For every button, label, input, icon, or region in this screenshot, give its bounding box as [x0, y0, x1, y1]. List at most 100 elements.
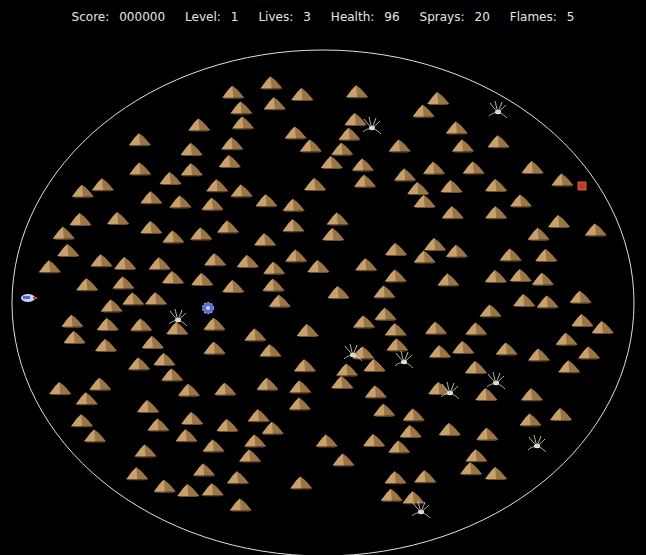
rock	[222, 280, 244, 293]
blue-orb-icon	[203, 303, 214, 314]
rock	[308, 260, 330, 273]
rock	[389, 140, 411, 153]
rock	[520, 414, 542, 427]
hud-item: Level:1	[185, 8, 238, 26]
rock	[202, 198, 224, 211]
hud-item: Score:000000	[72, 8, 165, 26]
rock	[140, 221, 162, 234]
rock	[130, 319, 152, 332]
rock	[203, 440, 225, 453]
rock	[217, 221, 239, 234]
spider-enemy-icon	[363, 117, 381, 134]
rock	[387, 339, 409, 352]
rock	[354, 175, 376, 188]
rock	[163, 230, 185, 243]
rock	[162, 271, 184, 284]
rock	[374, 286, 396, 299]
rock	[101, 300, 123, 313]
rock	[290, 477, 312, 490]
rock	[513, 294, 535, 307]
rock	[206, 179, 228, 192]
rock	[403, 491, 425, 504]
rock	[346, 85, 368, 98]
rock	[256, 194, 278, 207]
rock	[485, 270, 507, 283]
rock	[522, 161, 544, 174]
rock	[204, 342, 226, 355]
rock	[129, 162, 151, 175]
rock	[400, 425, 422, 438]
rock	[585, 224, 607, 237]
rock	[476, 388, 498, 401]
rock	[190, 228, 212, 241]
rock	[446, 245, 468, 258]
rock	[428, 382, 450, 395]
rock	[181, 412, 203, 425]
rock	[414, 195, 436, 208]
hud-label: Lives:	[258, 8, 293, 26]
rock	[578, 347, 600, 360]
rock	[331, 376, 353, 389]
rock	[460, 462, 482, 475]
rock	[107, 212, 129, 225]
rock	[254, 233, 276, 246]
rock	[364, 359, 386, 372]
rock	[333, 453, 355, 466]
rock	[76, 278, 98, 291]
rock	[427, 92, 449, 105]
rock	[62, 315, 84, 328]
rock	[244, 435, 266, 448]
rock	[70, 213, 92, 226]
rock	[221, 137, 243, 150]
rock	[465, 361, 487, 374]
rock	[222, 86, 244, 99]
rock	[237, 255, 259, 268]
rock	[327, 213, 349, 226]
rock	[260, 344, 282, 357]
rock	[181, 143, 203, 156]
rock	[294, 359, 316, 372]
rock	[485, 467, 507, 480]
rock	[230, 499, 252, 512]
rock	[289, 380, 311, 393]
rock	[485, 206, 507, 219]
hud-label: Health:	[331, 8, 374, 26]
hud-item: Lives:3	[258, 8, 310, 26]
hud-value: 000000	[119, 8, 165, 26]
rock	[510, 194, 532, 207]
player-ship-icon[interactable]	[21, 294, 37, 302]
rock	[97, 318, 119, 331]
rock	[429, 345, 451, 358]
rock	[394, 169, 416, 182]
rock	[528, 349, 550, 362]
rock	[535, 249, 557, 262]
rock	[283, 199, 305, 212]
rock	[92, 178, 114, 191]
hud-item: Flames:5	[510, 8, 575, 26]
rock	[300, 139, 322, 152]
rock	[161, 369, 183, 382]
rock	[49, 382, 71, 395]
rock	[129, 133, 151, 146]
rock	[142, 336, 164, 349]
rock	[570, 291, 592, 304]
rock	[328, 286, 350, 299]
rock	[463, 162, 485, 175]
rock	[231, 185, 253, 198]
rock	[227, 471, 249, 484]
rock	[170, 196, 192, 209]
rock	[414, 470, 436, 483]
rock	[72, 185, 94, 198]
rock	[178, 384, 200, 397]
rock	[245, 328, 267, 341]
rock	[385, 471, 407, 484]
red-crate-icon	[578, 182, 586, 190]
rock	[423, 162, 445, 175]
hud-value: 96	[384, 8, 399, 26]
rock	[385, 270, 407, 283]
hud-bar: Score:000000Level:1Lives:3Health:96Spray…	[0, 0, 646, 44]
play-field[interactable]	[0, 44, 646, 555]
spider-enemy-icon	[412, 501, 430, 518]
rock	[39, 260, 61, 273]
rock	[441, 180, 463, 193]
